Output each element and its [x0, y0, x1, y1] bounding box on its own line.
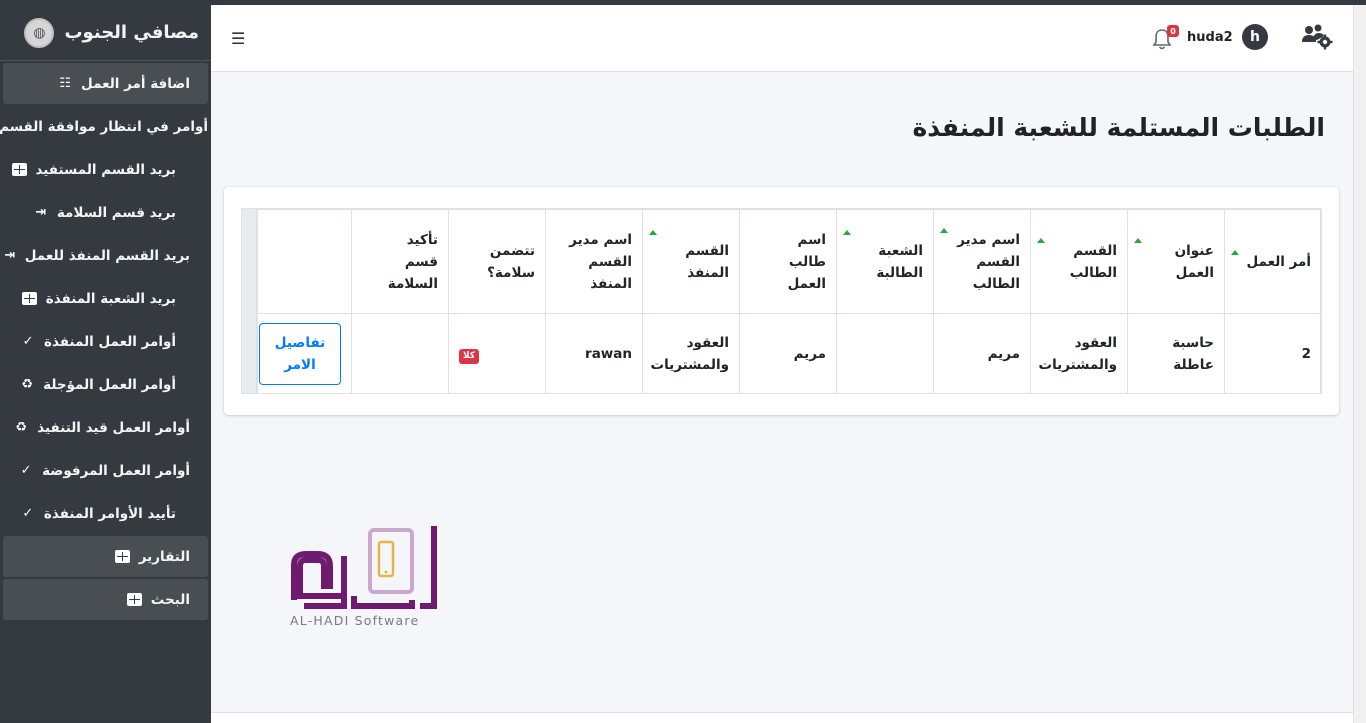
sidebar-item-add-work-order[interactable]: اضافة أمر العمل ☷ — [3, 63, 208, 104]
sidebar-nav: اضافة أمر العمل ☷ أوامر في انتظار موافقة… — [0, 63, 211, 620]
sidebar-item-label: تأييد الأوامر المنفذة — [43, 505, 176, 522]
grid-table-icon — [115, 549, 131, 565]
cell-req-branch — [836, 313, 934, 394]
sidebar-item-label: أوامر العمل قيد التنفيذ — [37, 419, 190, 436]
cell-title: حاسبة عاطلة — [1127, 313, 1225, 394]
sidebar-item-label: أوامر العمل المرفوضة — [42, 462, 190, 479]
cell-order: 2 — [1224, 313, 1322, 394]
clipboard-check-icon: ✓ — [22, 334, 34, 349]
col-header-order[interactable]: أمر العمل — [1224, 209, 1322, 314]
sidebar-item-label: البحث — [150, 591, 190, 608]
cell-safety-confirm — [351, 313, 449, 394]
sidebar-item-confirm-executed[interactable]: تأييد الأوامر المنفذة ✓ — [3, 493, 208, 534]
sidebar-item-label: أوامر في انتظار موافقة القسم — [0, 118, 208, 135]
brand-logo-icon: ◍ — [24, 17, 55, 48]
sidebar-item-label: اضافة أمر العمل — [81, 75, 190, 92]
recycle-icon: ♻ — [21, 377, 33, 392]
footer — [211, 712, 1353, 723]
sort-icon[interactable] — [1037, 238, 1045, 243]
list-check-icon: ☷ — [59, 76, 71, 91]
cell-exec-dept: العقود والمشتريات — [642, 313, 740, 394]
grid-table-icon — [12, 162, 28, 178]
cell-actions: تفاصيل الامر — [257, 313, 352, 394]
cell-req-manager: مريم — [933, 313, 1031, 394]
sidebar-item-label: بريد القسم المستفيد — [35, 161, 177, 178]
sidebar-item-label: بريد الشعبة المنفذة — [45, 290, 176, 307]
sidebar-item-rejected-orders[interactable]: أوامر العمل المرفوضة ✓ — [3, 450, 208, 491]
status-badge: كلا — [459, 348, 480, 364]
avatar[interactable]: h — [1242, 24, 1268, 50]
sidebar-item-pending-dept-approval[interactable]: أوامر في انتظار موافقة القسم ☷ — [0, 106, 208, 147]
sidebar-item-exec-branch-mail[interactable]: بريد الشعبة المنفذة — [3, 278, 208, 319]
sidebar-item-search[interactable]: البحث — [3, 579, 208, 620]
col-header-req-branch[interactable]: الشعبة الطالبة — [836, 209, 934, 314]
col-header-req-manager[interactable]: اسم مدير القسم الطالب — [933, 209, 1031, 314]
sidebar-item-safety-mail[interactable]: بريد قسم السلامة ⇥ — [3, 192, 208, 233]
table-row: 2 حاسبة عاطلة العقود والمشتريات مريم مري… — [257, 313, 1322, 394]
sidebar-item-label: بريد قسم السلامة — [56, 204, 176, 221]
sidebar: مصافي الجنوب ◍ اضافة أمر العمل ☷ أوامر ف… — [0, 5, 211, 723]
col-header-actions — [257, 209, 352, 314]
col-header-requester[interactable]: اسم طالب العمل — [739, 209, 837, 314]
hamburger-icon[interactable]: ☰ — [231, 29, 245, 48]
sidebar-item-label: التقارير — [138, 548, 190, 565]
file-import-icon: ⇥ — [35, 205, 47, 220]
sort-icon[interactable] — [1134, 238, 1142, 243]
table-side-strip — [242, 209, 257, 393]
col-header-exec-dept[interactable]: القسم المنفذ — [642, 209, 740, 314]
cell-exec-manager: rawan — [545, 313, 643, 394]
sort-icon[interactable] — [1231, 250, 1239, 255]
recycle-icon: ♻ — [15, 420, 28, 435]
cell-req-dept: العقود والمشتريات — [1030, 313, 1128, 394]
sidebar-item-beneficiary-mail[interactable]: بريد القسم المستفيد — [3, 149, 208, 190]
sidebar-item-reports[interactable]: التقارير — [3, 536, 208, 577]
clipboard-check-icon: ✓ — [22, 506, 34, 521]
sidebar-item-exec-dept-mail[interactable]: بريد القسم المنفذ للعمل ⇥ — [3, 235, 208, 276]
grid-table-icon — [22, 291, 38, 307]
clipboard-check-icon: ✓ — [20, 463, 32, 478]
sidebar-item-label: بريد القسم المنفذ للعمل — [24, 247, 190, 264]
users-gear-icon[interactable] — [1299, 22, 1333, 50]
cell-requester: مريم — [739, 313, 837, 394]
order-details-button[interactable]: تفاصيل الامر — [259, 322, 341, 385]
sidebar-item-postponed-orders[interactable]: أوامر العمل المؤجلة ♻ — [3, 364, 208, 405]
username[interactable]: huda2 — [1187, 30, 1233, 45]
sort-icon[interactable] — [649, 230, 657, 235]
col-header-title[interactable]: عنوان العمل — [1127, 209, 1225, 314]
page-scrollbar[interactable] — [1353, 5, 1366, 723]
sidebar-item-executed-orders[interactable]: أوامر العمل المنفذة ✓ — [3, 321, 208, 362]
table-header-row: أمر العمل عنوان العمل القسم الطالب اسم م… — [257, 209, 1322, 314]
top-navbar: ☰ 0 huda2 h — [211, 5, 1353, 72]
file-import-icon: ⇥ — [4, 248, 16, 263]
orders-table-wrapper: أمر العمل عنوان العمل القسم الطالب اسم م… — [241, 208, 1322, 394]
col-header-exec-manager[interactable]: اسم مدير القسم المنفذ — [545, 209, 643, 314]
sort-icon[interactable] — [843, 230, 851, 235]
sidebar-item-in-progress-orders[interactable]: أوامر العمل قيد التنفيذ ♻ — [3, 407, 208, 448]
orders-table: أمر العمل عنوان العمل القسم الطالب اسم م… — [257, 209, 1322, 394]
col-header-safety[interactable]: تتضمن سلامة؟ — [448, 209, 546, 314]
cell-safety: كلا — [448, 313, 546, 394]
brand[interactable]: مصافي الجنوب ◍ — [0, 5, 211, 61]
notification-badge: 0 — [1167, 25, 1179, 37]
orders-card: أمر العمل عنوان العمل القسم الطالب اسم م… — [224, 187, 1339, 415]
col-header-safety-confirm[interactable]: تأكيد قسم السلامة — [351, 209, 449, 314]
sort-icon[interactable] — [940, 228, 948, 233]
watermark-text: AL-HADI Software — [290, 613, 420, 628]
page-title: الطلبات المستلمة للشعبة المنفذة — [912, 113, 1325, 142]
grid-table-icon — [127, 592, 143, 608]
sidebar-item-label: أوامر العمل المؤجلة — [43, 376, 176, 393]
sidebar-item-label: أوامر العمل المنفذة — [44, 333, 176, 350]
col-header-req-dept[interactable]: القسم الطالب — [1030, 209, 1128, 314]
brand-name: مصافي الجنوب — [64, 22, 199, 43]
